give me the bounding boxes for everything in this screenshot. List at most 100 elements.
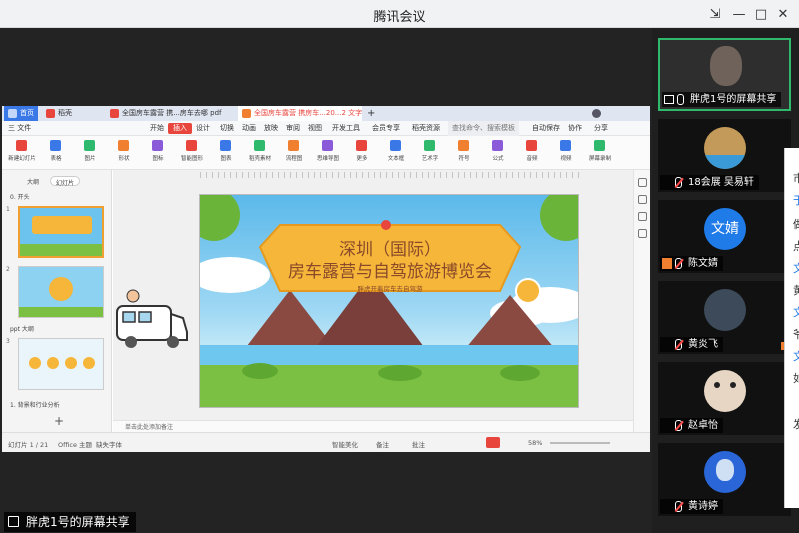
share-button[interactable]: 分享 [594, 121, 608, 136]
participant-tile[interactable]: 黄诗婷 [658, 443, 791, 516]
ribbon-button[interactable]: 更多 [350, 140, 372, 166]
ribbon-label: 图表 [220, 156, 232, 162]
ribbon-button[interactable]: 图片 [78, 140, 100, 166]
menu-member[interactable]: 会员专享 [372, 121, 400, 136]
video-feed [710, 46, 742, 86]
ribbon-icon [220, 140, 231, 151]
ribbon-icon [254, 140, 265, 151]
beautify-button[interactable]: 智能美化 [332, 439, 358, 449]
slide-thumbnail[interactable] [18, 206, 104, 258]
docer-icon [46, 109, 55, 118]
settings-icon[interactable] [637, 229, 647, 238]
ribbon-button[interactable]: 稻壳素材 [248, 140, 271, 166]
mic-muted-icon [675, 420, 682, 431]
ribbon-button[interactable]: 艺术字 [418, 140, 440, 166]
ribbon-button[interactable]: 屏幕录制 [588, 140, 611, 166]
tab-docer[interactable]: 稻壳 [42, 106, 102, 121]
ribbon-button[interactable]: 视频 [554, 140, 576, 166]
slide-preview[interactable]: 深圳（国际） 房车露营与自驾旅游博览会 胖虎开着房车去自驾游 [199, 194, 579, 408]
menu-file[interactable]: 三 文件 [8, 121, 31, 136]
animation-icon[interactable] [637, 212, 647, 221]
ribbon-label: 形状 [118, 156, 130, 162]
section-label[interactable]: 1. 背景和行业分析 [10, 400, 60, 409]
notes-toggle[interactable]: 备注 [376, 439, 389, 449]
menu-start[interactable]: 开始 [150, 121, 164, 136]
missing-font[interactable]: 缺失字体 [96, 439, 122, 449]
chat-panel-edge[interactable]: 市 于 做 点 文 黄 文 爷 文 如 发 [784, 148, 799, 508]
menu-animation[interactable]: 动画 [242, 121, 256, 136]
menu-review[interactable]: 审阅 [286, 121, 300, 136]
minimize-button[interactable]: — [730, 5, 748, 23]
play-icon[interactable] [486, 437, 500, 448]
tab-outline[interactable]: 大纲 [22, 176, 44, 186]
tab-home[interactable]: 首页 [4, 106, 38, 121]
new-tab-button[interactable]: + [364, 106, 378, 121]
menu-insert[interactable]: 插入 [168, 123, 192, 134]
participant-tile[interactable]: 胖虎1号的屏幕共享 [658, 38, 791, 111]
notes-placeholder: 单击此处添加备注 [125, 424, 174, 431]
mic-muted-icon [675, 177, 682, 188]
avatar [704, 451, 746, 493]
menu-devtools[interactable]: 开发工具 [332, 121, 360, 136]
participant-tile[interactable]: 18会展 吴易轩 [658, 119, 791, 192]
maximize-button[interactable]: □ [752, 5, 770, 23]
ribbon-label: 流程图 [285, 156, 303, 162]
ribbon-button[interactable]: 符号 [452, 140, 474, 166]
menu-transition[interactable]: 切换 [220, 121, 234, 136]
rv-illustration [116, 289, 188, 348]
ribbon-button[interactable]: 形状 [112, 140, 134, 166]
section-label[interactable]: ppt 大纲 [10, 324, 34, 333]
add-slide-icon[interactable]: + [54, 414, 64, 428]
menu-design[interactable]: 设计 [196, 121, 210, 136]
ribbon-button[interactable]: 公式 [486, 140, 508, 166]
tab-ppt[interactable]: 全国房车露营 携房车...20...2 文字稿 [238, 106, 362, 121]
ribbon-icon [322, 140, 333, 151]
command-search[interactable]: 查找命令、搜索模板 [448, 121, 519, 136]
participant-tile[interactable]: 黄炎飞 [658, 281, 791, 354]
ribbon-label: 视频 [560, 156, 572, 162]
slide-thumbnail[interactable] [18, 338, 104, 390]
annotation-toggle[interactable]: 批注 [412, 439, 425, 449]
panel-tabs: 大纲 幻灯片 [22, 176, 81, 187]
slide-number: 2 [6, 266, 10, 273]
collab-button[interactable]: 协作 [568, 121, 582, 136]
close-button[interactable]: ✕ [774, 5, 792, 23]
ribbon-icon [526, 140, 537, 151]
menu-slideshow[interactable]: 放映 [264, 121, 278, 136]
tab-slides[interactable]: 幻灯片 [50, 176, 81, 187]
avatar [704, 370, 746, 412]
ribbon-label: 艺术字 [421, 156, 439, 162]
ribbon-icon [560, 140, 571, 151]
participant-name: 胖虎1号的屏幕共享 [662, 92, 782, 107]
ribbon-icon [390, 140, 401, 151]
section-label[interactable]: 0. 开头 [10, 192, 30, 201]
autosave-toggle[interactable]: 自动保存 [532, 121, 560, 136]
ribbon-button[interactable]: 思维导图 [316, 140, 339, 166]
participant-tile[interactable]: 文婧 陈文婧 [658, 200, 791, 273]
participant-tile[interactable]: 赵卓怡 [658, 362, 791, 435]
ribbon-button[interactable]: 图标 [146, 140, 168, 166]
ribbon-label: 公式 [492, 156, 504, 162]
ribbon-button[interactable]: 流程图 [282, 140, 304, 166]
avatar: 文婧 [704, 208, 746, 250]
avatar [704, 127, 746, 169]
menu-docer[interactable]: 稻壳资源 [412, 121, 440, 136]
format-icon[interactable] [637, 195, 647, 204]
ribbon-button[interactable]: 文本框 [384, 140, 406, 166]
slide-thumbnail[interactable] [18, 266, 104, 318]
ribbon-button[interactable]: 音频 [520, 140, 542, 166]
user-avatar[interactable] [592, 109, 601, 118]
ribbon-button[interactable]: 智能图形 [180, 140, 203, 166]
select-icon[interactable] [637, 178, 647, 187]
ribbon-button[interactable]: 表格 [44, 140, 66, 166]
ribbon-button[interactable]: 图表 [214, 140, 236, 166]
zoom-slider[interactable] [550, 442, 610, 444]
zoom-level[interactable]: 58% [528, 439, 542, 447]
ribbon-button[interactable]: 新建幻灯片 [8, 140, 36, 166]
tab-pdf[interactable]: 全国房车露营 携...房车去哪 pdf [106, 106, 236, 121]
pin-icon[interactable]: ⇲ [706, 5, 724, 23]
menu-view[interactable]: 视图 [308, 121, 322, 136]
wps-tab-bar: 首页 稻壳 全国房车露营 携...房车去哪 pdf 全国房车露营 携房车...2… [2, 106, 650, 121]
mic-muted-icon [675, 339, 682, 350]
notes-bar[interactable]: 单击此处添加备注 [113, 420, 633, 432]
